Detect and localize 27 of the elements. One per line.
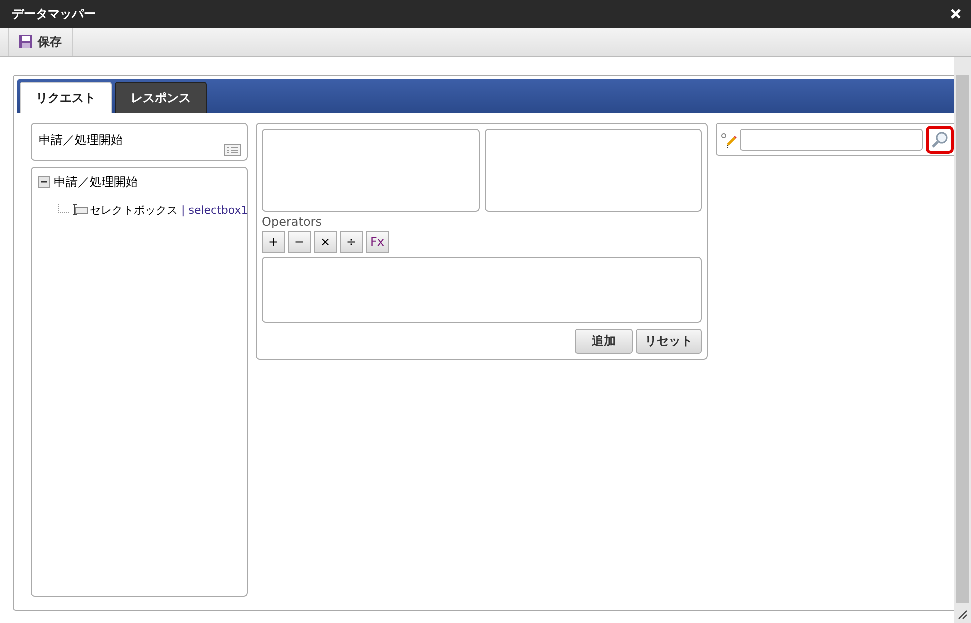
collapse-icon[interactable] xyxy=(38,176,50,188)
text-area[interactable] xyxy=(484,129,702,212)
text-area[interactable] xyxy=(262,129,480,212)
field-icon xyxy=(72,204,88,216)
operator-button[interactable]: Fx xyxy=(366,231,389,253)
tab[interactable]: レスポンス xyxy=(115,82,207,113)
source-title: 申請／処理開始 xyxy=(39,133,123,147)
expression-field[interactable] xyxy=(262,257,702,323)
add-button[interactable]: 追加 xyxy=(575,329,633,354)
tree-connector-icon xyxy=(58,204,70,216)
save-button[interactable]: 保存 xyxy=(8,28,73,56)
tree-node-label[interactable]: 申請／処理開始 xyxy=(54,174,138,190)
operator-button[interactable]: + xyxy=(262,231,285,253)
operator-button[interactable]: − xyxy=(288,231,311,253)
scrollbar[interactable] xyxy=(954,57,971,623)
operator-button[interactable]: × xyxy=(314,231,337,253)
operator-button[interactable]: ÷ xyxy=(340,231,363,253)
reset-button[interactable]: リセット xyxy=(636,329,702,354)
list-icon[interactable] xyxy=(224,144,241,156)
operators-label: Operators xyxy=(262,215,323,229)
close-icon[interactable] xyxy=(951,9,961,19)
key-pencil-icon xyxy=(721,132,737,148)
window-title: データマッパー xyxy=(12,6,96,22)
resize-grip-icon[interactable] xyxy=(958,610,968,620)
tree-node-label[interactable]: セレクトボックス | selectbox1 xyxy=(90,202,248,218)
tab[interactable]: リクエスト xyxy=(20,82,112,113)
search-field[interactable] xyxy=(740,128,923,150)
